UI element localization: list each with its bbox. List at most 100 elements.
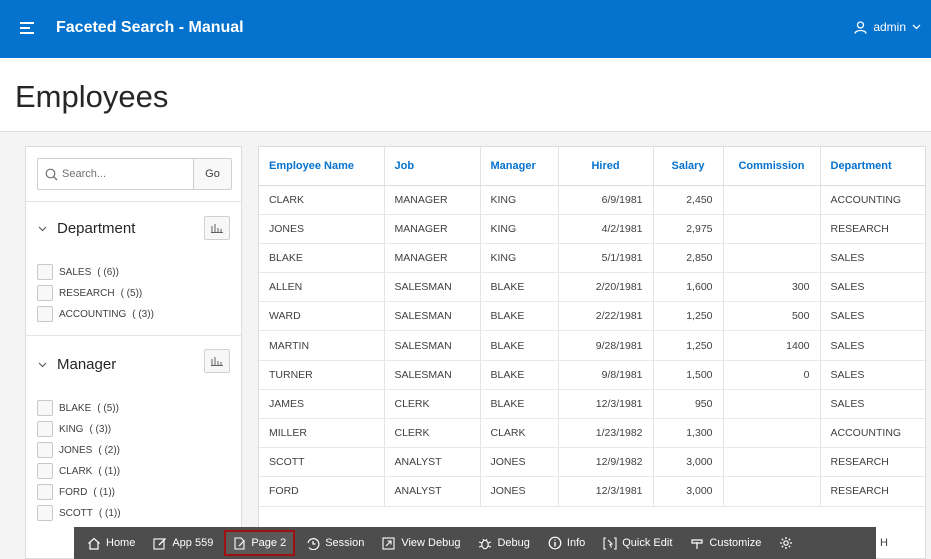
cell-manager: BLAKE — [480, 360, 559, 390]
checkbox[interactable] — [37, 285, 53, 301]
column-header-job[interactable]: Job — [384, 147, 481, 186]
cell-hired: 12/3/1981 — [558, 389, 654, 420]
cell-job: SALESMAN — [384, 272, 481, 303]
cell-employee-name: JONES — [259, 214, 385, 244]
facet-option-count: ( (3)) — [89, 423, 112, 435]
cell-job: CLERK — [384, 389, 481, 420]
search-icon — [45, 168, 58, 180]
table-row: ALLEN SALESMAN BLAKE 2/20/1981 1,600 300 SALES — [259, 272, 925, 303]
cell-hired: 9/8/1981 — [558, 360, 654, 390]
devbar-settings-button[interactable] — [772, 530, 800, 556]
app-title[interactable]: Faceted Search - Manual — [56, 19, 244, 37]
menu-icon[interactable] — [20, 22, 34, 34]
facet-option-label: JONES — [59, 444, 93, 456]
facet-option-count: ( (2)) — [98, 444, 121, 456]
facet-option-label: BLAKE — [59, 402, 92, 414]
cell-employee-name: JAMES — [259, 389, 385, 420]
facet-option[interactable]: RESEARCH ( (5)) — [37, 285, 142, 301]
checkbox[interactable] — [37, 484, 53, 500]
cell-manager: KING — [480, 185, 559, 215]
facet-option-count: ( (6)) — [97, 266, 119, 278]
devbar-app-button[interactable]: App 559 — [146, 530, 220, 556]
customize-icon — [691, 538, 703, 549]
table-row: MARTIN SALESMAN BLAKE 9/28/1981 1,250 1400 SAL… — [259, 330, 925, 361]
table-body: CLARK MANAGER KING 6/9/1981 2,450 ACCOUNTING J… — [259, 185, 925, 507]
checkbox[interactable] — [37, 442, 53, 458]
facet-manager-toggle[interactable]: Manager — [38, 356, 116, 373]
cell-employee-name: BLAKE — [259, 243, 385, 274]
checkbox[interactable] — [37, 505, 53, 521]
column-header-employee-name[interactable]: Employee Name — [259, 147, 385, 186]
cell-salary: 1,250 — [653, 301, 724, 332]
devbar-debug-button[interactable]: Debug — [471, 530, 536, 556]
devbar-view-debug-button[interactable]: View Debug — [375, 530, 467, 556]
checkbox[interactable] — [37, 264, 53, 280]
chevron-down-icon — [912, 24, 921, 30]
devbar-view-debug-label: View Debug — [401, 537, 461, 549]
cell-hired: 12/9/1982 — [558, 447, 654, 478]
search-input[interactable]: Search... — [38, 159, 193, 189]
column-header-commission[interactable]: Commission — [723, 147, 821, 186]
gear-icon — [780, 537, 793, 549]
facet-option-label: SALES — [59, 266, 92, 278]
devbar-info-button[interactable]: Info — [541, 530, 592, 556]
facet-option[interactable]: BLAKE ( (5)) — [37, 400, 119, 416]
cell-job: SALESMAN — [384, 301, 481, 332]
facet-option[interactable]: KING ( (3)) — [37, 421, 111, 437]
devbar-session-button[interactable]: Session — [299, 530, 371, 556]
devbar-quick-edit-button[interactable]: Quick Edit — [596, 530, 679, 556]
cell-commission — [723, 476, 821, 507]
employees-report: Employee Name Job Manager Hired Salary C… — [258, 146, 926, 559]
column-header-hired[interactable]: Hired — [558, 147, 654, 186]
facet-option-label: RESEARCH — [59, 287, 115, 299]
facet-option-label: CLARK — [59, 465, 93, 477]
devbar-page-button[interactable]: Page 2 — [224, 530, 296, 556]
cell-job: ANALYST — [384, 476, 481, 507]
go-button[interactable]: Go — [193, 159, 231, 189]
facet-option-label: SCOTT — [59, 507, 93, 519]
checkbox[interactable] — [37, 400, 53, 416]
facet-manager-chart-button[interactable] — [204, 349, 230, 373]
facet-option[interactable]: SCOTT ( (1)) — [37, 505, 121, 521]
checkbox[interactable] — [37, 421, 53, 437]
facet-option[interactable]: FORD ( (1)) — [37, 484, 115, 500]
facet-option[interactable]: ACCOUNTING ( (3)) — [37, 306, 154, 322]
checkbox[interactable] — [37, 306, 53, 322]
facet-option[interactable]: JONES ( (2)) — [37, 442, 120, 458]
session-icon — [307, 537, 320, 550]
column-header-manager[interactable]: Manager — [480, 147, 559, 186]
user-name: admin — [873, 20, 906, 34]
column-header-department[interactable]: Department — [820, 147, 925, 186]
cell-employee-name: SCOTT — [259, 447, 385, 478]
cell-manager: BLAKE — [480, 330, 559, 361]
table-row: TURNER SALESMAN BLAKE 9/8/1981 1,500 0 SALES — [259, 360, 925, 390]
cell-department: SALES — [820, 301, 925, 332]
column-header-salary[interactable]: Salary — [653, 147, 724, 186]
view-debug-icon — [382, 536, 395, 550]
cell-manager: BLAKE — [480, 272, 559, 303]
devbar-quick-edit-label: Quick Edit — [622, 537, 673, 549]
cell-hired: 2/22/1981 — [558, 301, 654, 332]
devbar-customize-label: Customize — [709, 537, 762, 549]
page-edit-icon — [234, 536, 246, 550]
chevron-down-icon — [38, 226, 47, 231]
user-icon — [854, 20, 867, 34]
facet-option-label: FORD — [59, 486, 88, 498]
devbar-customize-button[interactable]: Customize — [683, 530, 768, 556]
cell-job: MANAGER — [384, 243, 481, 274]
devbar-home-label: Home — [106, 537, 136, 549]
cell-salary: 3,000 — [653, 447, 724, 478]
facet-option[interactable]: SALES ( (6)) — [37, 264, 119, 280]
table-row: BLAKE MANAGER KING 5/1/1981 2,850 SALES — [259, 243, 925, 274]
checkbox[interactable] — [37, 463, 53, 479]
devbar-home-button[interactable]: Home — [80, 530, 142, 556]
cell-salary: 2,975 — [653, 214, 724, 244]
user-menu[interactable]: admin — [854, 20, 921, 34]
table-cell-overflow: H — [880, 537, 888, 549]
facet-department-toggle[interactable]: Department — [38, 220, 135, 237]
cell-employee-name: ALLEN — [259, 272, 385, 303]
cell-hired: 6/9/1981 — [558, 185, 654, 215]
facet-option[interactable]: CLARK ( (1)) — [37, 463, 120, 479]
cell-hired: 9/28/1981 — [558, 330, 654, 361]
facet-department-chart-button[interactable] — [204, 216, 230, 240]
